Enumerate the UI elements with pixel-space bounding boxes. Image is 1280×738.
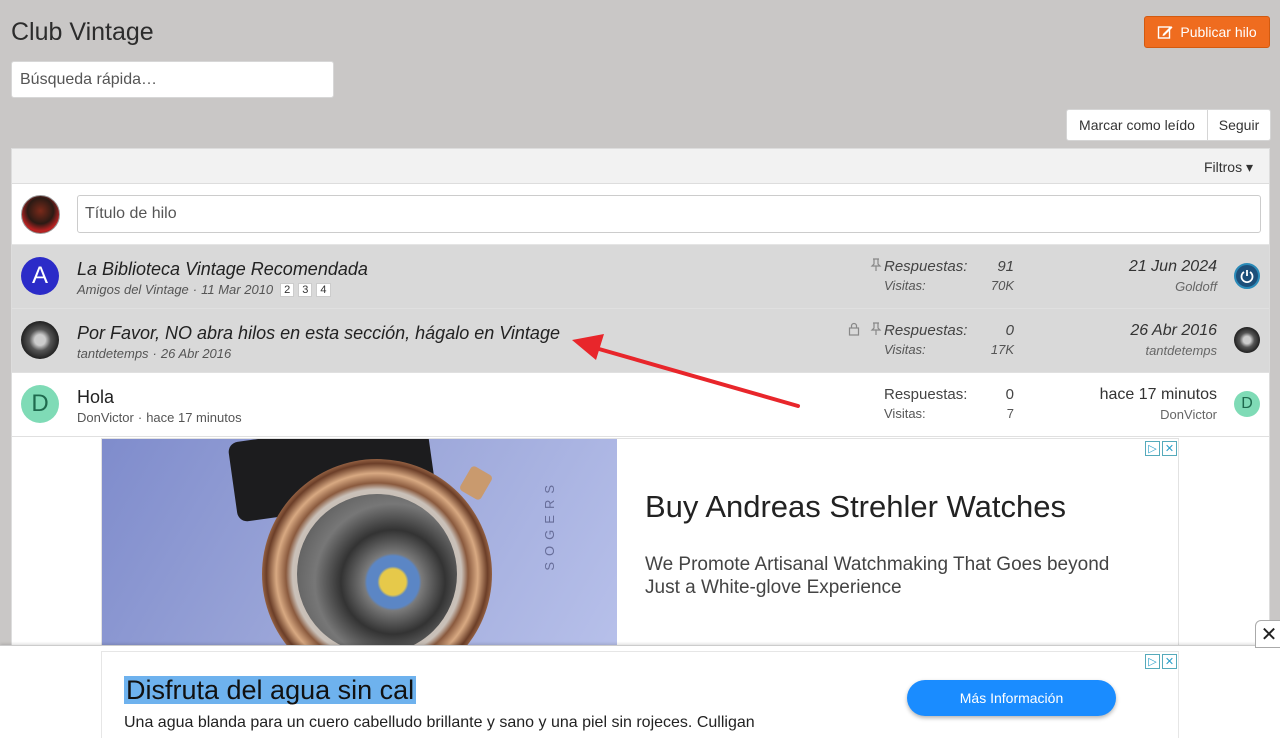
last-post: 26 Abr 2016 tantdetemps [1130,322,1217,358]
bottom-ad-bar: Disfruta del agua sin cal Una agua bland… [0,645,1280,738]
last-post-user[interactable]: DonVictor [1100,407,1217,422]
mark-read-button[interactable]: Marcar como leído [1066,109,1208,141]
ad-photo-text: SOGERS [542,479,557,571]
close-icon[interactable]: ✕ [1162,441,1177,456]
page-link[interactable]: 3 [298,282,313,297]
thread-date: 11 Mar 2010 [201,282,274,297]
views-label: Visitas: [884,406,926,421]
views-label: Visitas: [884,342,926,357]
meta-separator: · [137,410,143,425]
close-bottom-ad-button[interactable]: ✕ [1255,620,1280,648]
thread-author[interactable]: Amigos del Vintage [77,282,189,297]
bottom-ad-title[interactable]: Disfruta del agua sin cal [124,676,417,704]
edit-icon [1158,26,1173,39]
last-poster-avatar[interactable] [1234,327,1260,353]
views-count: 70K [990,278,1014,293]
adchoices-icon[interactable]: ▷ [1145,654,1160,669]
user-avatar[interactable] [21,195,60,234]
avatar[interactable]: D [21,385,59,423]
adchoices: ▷ ✕ [1145,441,1177,456]
lock-icon [848,322,860,339]
filter-bar: Filtros ▾ [12,149,1269,184]
last-poster-avatar[interactable]: D [1234,391,1260,417]
thread-row: Por Favor, NO abra hilos en esta sección… [12,309,1269,373]
thread-actions: Marcar como leído Seguir [1066,109,1271,141]
adchoices: ▷ ✕ [1145,654,1177,669]
page-link[interactable]: 4 [316,282,331,297]
ad-watch-image: SOGERS [102,439,617,647]
thread-date: hace 17 minutos [146,410,242,425]
pin-icon [870,322,882,339]
close-icon[interactable]: ✕ [1162,654,1177,669]
thread-meta: DonVictor · hace 17 minutos [77,410,242,425]
avatar[interactable] [21,321,59,359]
last-poster-avatar[interactable] [1234,263,1260,289]
meta-separator: · [192,282,198,297]
replies-count: 0 [1005,322,1014,339]
thread-stats: Respuestas: 91 Visitas: 70K [884,258,1014,293]
ad-description: We Promote Artisanal Watchmaking That Go… [645,554,1110,598]
ad-title[interactable]: Buy Andreas Strehler Watches [645,489,1066,525]
views-count: 7 [1006,406,1014,421]
last-post: 21 Jun 2024 Goldoff [1129,258,1217,294]
thread-row: D Hola DonVictor · hace 17 minutos Respu… [12,373,1269,437]
filters-dropdown[interactable]: Filtros ▾ [1204,159,1253,176]
replies-label: Respuestas: [884,258,968,275]
last-post-date[interactable]: 21 Jun 2024 [1129,258,1217,276]
follow-button[interactable]: Seguir [1208,109,1271,141]
watch-ad[interactable]: SOGERS Buy Andreas Strehler Watches We P… [101,438,1179,648]
thread-date: 26 Abr 2016 [160,346,232,361]
thread-stats: Respuestas: 0 Visitas: 17K [884,322,1014,357]
thread-author[interactable]: DonVictor [77,410,134,425]
quick-search-input[interactable] [11,61,334,98]
more-info-button[interactable]: Más Información [907,680,1116,716]
thread-meta: Amigos del Vintage · 11 Mar 2010 2 3 4 [77,282,331,297]
replies-count: 0 [1005,386,1014,403]
last-post-date[interactable]: hace 17 minutos [1100,386,1217,404]
thread-row: A La Biblioteca Vintage Recomendada Amig… [12,245,1269,309]
thread-title[interactable]: Hola [77,387,114,408]
last-post-date[interactable]: 26 Abr 2016 [1130,322,1217,340]
meta-separator: · [152,346,157,361]
page-title: Club Vintage [11,18,154,46]
bottom-ad[interactable]: Disfruta del agua sin cal Una agua bland… [101,651,1179,738]
last-post: hace 17 minutos DonVictor [1100,386,1217,422]
replies-label: Respuestas: [884,322,968,339]
thread-title[interactable]: Por Favor, NO abra hilos en esta sección… [77,323,560,344]
bottom-ad-description: Una agua blanda para un cuero cabelludo … [124,714,755,731]
last-post-user[interactable]: Goldoff [1129,279,1217,294]
replies-label: Respuestas: [884,386,968,403]
views-count: 17K [990,342,1014,357]
thread-stats: Respuestas: 0 Visitas: 7 [884,386,1014,421]
thread-title[interactable]: La Biblioteca Vintage Recomendada [77,259,368,280]
thread-author[interactable]: tantdetemps [77,346,149,361]
watch-crown [458,464,494,502]
power-icon [1240,270,1254,283]
thread-meta: tantdetemps · 26 Abr 2016 [77,346,231,361]
thread-title-input[interactable] [77,195,1261,233]
new-thread-row [12,184,1269,245]
avatar[interactable]: A [21,257,59,295]
pin-icon [870,258,882,275]
views-label: Visitas: [884,278,926,293]
publish-thread-label: Publicar hilo [1180,24,1257,40]
watch-dial [297,494,457,647]
last-post-user[interactable]: tantdetemps [1130,343,1217,358]
thread-status-icons [832,322,882,339]
page-link[interactable]: 2 [280,282,295,297]
replies-count: 91 [997,258,1014,275]
thread-status-icons [832,258,882,275]
adchoices-icon[interactable]: ▷ [1145,441,1160,456]
publish-thread-button[interactable]: Publicar hilo [1144,16,1270,48]
